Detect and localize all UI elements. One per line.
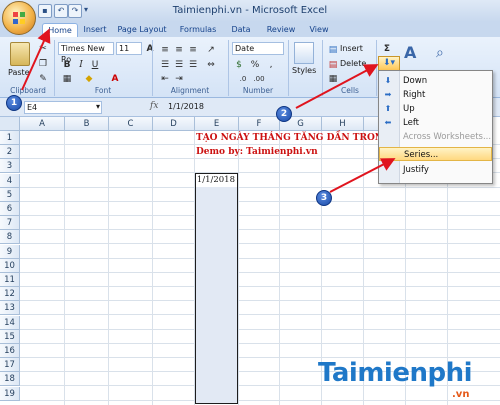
arrow-to-home-tab [21, 28, 51, 91]
arrow-to-fill-button [295, 64, 379, 109]
step-badge-1: 1 [6, 95, 22, 111]
step-badge-2: 2 [276, 106, 292, 122]
annotation-arrows [21, 28, 396, 193]
arrow-to-series [329, 158, 396, 193]
step-badge-3: 3 [316, 190, 332, 206]
